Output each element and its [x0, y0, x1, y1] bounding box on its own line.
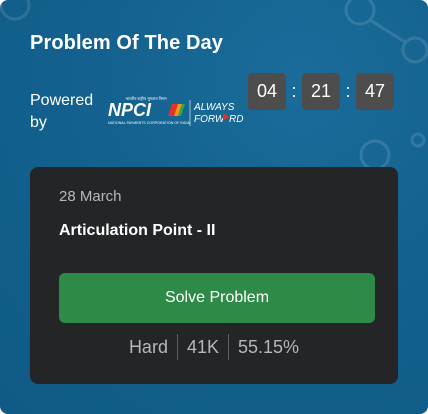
solve-problem-button[interactable]: Solve Problem [59, 273, 375, 323]
timer-separator: : [345, 81, 351, 101]
powered-by-label: Powered by [30, 92, 94, 131]
timer-seconds: 47 [356, 73, 394, 110]
timer-minutes: 21 [302, 73, 340, 110]
difficulty-label: Hard [128, 336, 168, 357]
decorative-graph-icon [344, 0, 428, 64]
svg-text:NATIONAL PAYMENTS CORPORATION: NATIONAL PAYMENTS CORPORATION OF INDIA [108, 121, 190, 125]
countdown-timer: 04 : 21 : 47 [248, 73, 394, 110]
problem-card: 28 March Articulation Point - II Solve P… [30, 167, 398, 384]
accuracy-percent: 55.15% [237, 336, 300, 357]
svg-text:FORW: FORW [194, 114, 226, 125]
svg-text:RD: RD [229, 114, 243, 125]
problem-stats: Hard 41K 55.15% [30, 334, 398, 360]
page-title: Problem Of The Day [30, 32, 223, 54]
submissions-count: 41K [186, 336, 219, 357]
timer-hours: 04 [248, 73, 286, 110]
problem-title[interactable]: Articulation Point - II [59, 222, 215, 240]
npci-logo: भारतीय राष्ट्रीय भुगतान निगम NPCI NATION… [108, 96, 243, 126]
problem-of-the-day-card: Problem Of The Day Powered by भारतीय राष… [0, 0, 428, 414]
svg-text:NPCI: NPCI [108, 100, 152, 120]
svg-text:ALWAYS: ALWAYS [193, 102, 235, 113]
problem-date: 28 March [59, 188, 122, 205]
timer-separator: : [291, 81, 297, 101]
